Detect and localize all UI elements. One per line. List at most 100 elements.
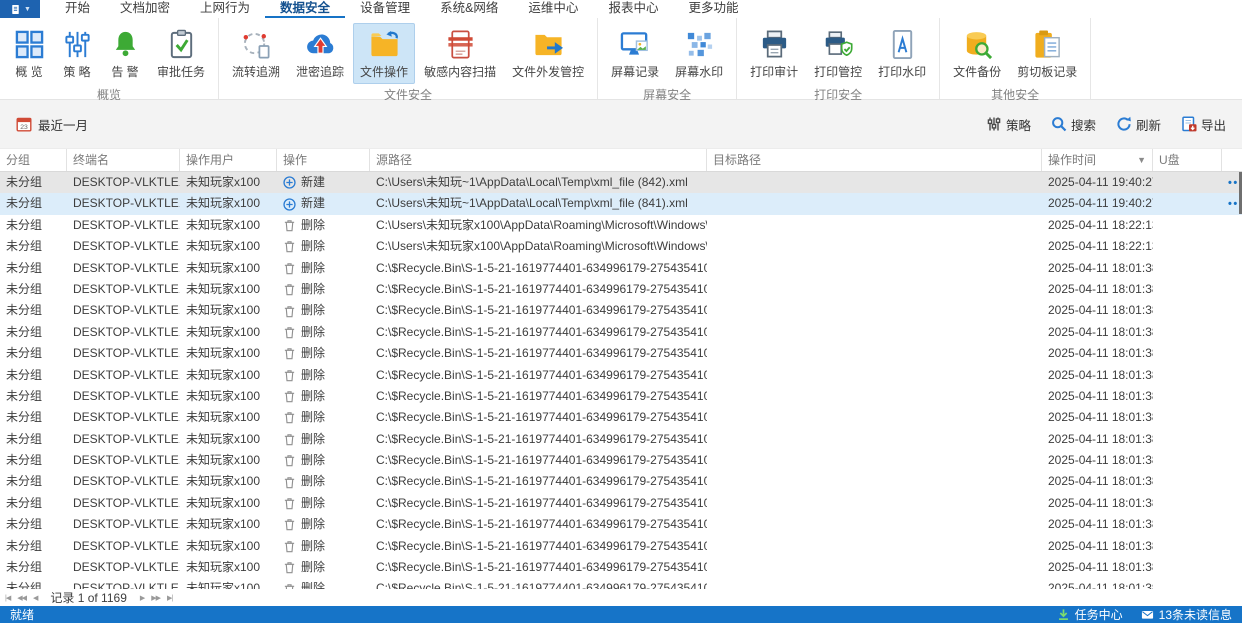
- group-cell: 未分组: [6, 367, 43, 382]
- filter-dropdown-icon[interactable]: ▼: [1133, 149, 1146, 171]
- target-path-cell: [707, 193, 1042, 214]
- usb-cell: [1153, 300, 1222, 321]
- table-row[interactable]: 未分组 DESKTOP-VLKTLE1 未知玩家x100 删除 C:\Users\未知玩…: [0, 215, 1242, 236]
- column-header-1[interactable]: 终端名: [67, 149, 180, 171]
- refresh-button[interactable]: 刷新: [1116, 115, 1161, 134]
- policy-filter-label: 策略: [1005, 118, 1031, 133]
- menu-tab-device-management[interactable]: 设备管理: [345, 0, 425, 18]
- ribbon-item-clipboard-record[interactable]: 剪切板记录: [1010, 23, 1084, 84]
- ribbon-item-print-audit[interactable]: 打印审计: [743, 23, 805, 84]
- unread-messages-button[interactable]: 13条未读信息: [1141, 606, 1232, 623]
- policy-filter-button[interactable]: 策略: [986, 115, 1031, 134]
- table-row[interactable]: 未分组 DESKTOP-VLKTLE1 未知玩家x100 删除 C:\$Recycle.…: [0, 450, 1242, 471]
- column-header-label: 操作用户: [186, 153, 235, 167]
- ribbon-group-file-security-group: 流转追溯 泄密追踪 文件操作 敏感内容扫描 文件外发管控 文件安全: [219, 18, 599, 102]
- target-path-cell: [707, 578, 1042, 589]
- ribbon-item-file-operation[interactable]: 文件操作: [353, 23, 416, 84]
- column-header-0[interactable]: 分组: [0, 149, 67, 171]
- ribbon-item-file-backup[interactable]: 文件备份: [946, 23, 1008, 84]
- table-row[interactable]: 未分组 DESKTOP-VLKTLE1 未知玩家x100 删除 C:\$Recycle.…: [0, 578, 1242, 589]
- pager-forward-button[interactable]: ▶▶: [151, 594, 161, 602]
- ribbon-item-overview[interactable]: 概 览: [6, 23, 52, 84]
- menu-tab-web-behavior[interactable]: 上网行为: [185, 0, 265, 18]
- ribbon-item-file-outgoing[interactable]: 文件外发管控: [505, 23, 591, 84]
- operation-cell: 删除: [277, 557, 370, 578]
- column-header-3[interactable]: 操作: [277, 149, 370, 171]
- table-row[interactable]: 未分组 DESKTOP-VLKTLE1 未知玩家x100 删除 C:\$Recycle.…: [0, 343, 1242, 364]
- table-row[interactable]: 未分组 DESKTOP-VLKTLE1 未知玩家x100 新建 C:\Users\未知玩…: [0, 172, 1242, 194]
- trash-icon: [283, 497, 296, 510]
- table-row[interactable]: 未分组 DESKTOP-VLKTLE1 未知玩家x100 删除 C:\Users\未知玩…: [0, 236, 1242, 257]
- table-row[interactable]: 未分组 DESKTOP-VLKTLE1 未知玩家x100 新建 C:\Users\未知玩…: [0, 193, 1242, 215]
- export-button[interactable]: 导出: [1181, 115, 1226, 134]
- menu-tab-report-center[interactable]: 报表中心: [593, 0, 673, 18]
- column-header-4[interactable]: 源路径: [370, 149, 707, 171]
- ribbon-item-leak-trace[interactable]: 泄密追踪: [289, 23, 351, 84]
- ribbon-item-approval-tasks[interactable]: 审批任务: [150, 23, 212, 84]
- table-row[interactable]: 未分组 DESKTOP-VLKTLE1 未知玩家x100 删除 C:\$Recycle.…: [0, 407, 1242, 428]
- status-ready-text: 就绪: [10, 608, 35, 622]
- table-row[interactable]: 未分组 DESKTOP-VLKTLE1 未知玩家x100 删除 C:\$Recycle.…: [0, 258, 1242, 279]
- table-row[interactable]: 未分组 DESKTOP-VLKTLE1 未知玩家x100 删除 C:\$Recycle.…: [0, 279, 1242, 300]
- column-header-6[interactable]: 操作时间 ▼: [1042, 149, 1153, 171]
- menu-tab-start[interactable]: 开始: [50, 0, 105, 18]
- app-logo-icon: [9, 3, 22, 16]
- pager-first-button[interactable]: |◀: [5, 594, 11, 602]
- ribbon-item-flow-trace[interactable]: 流转追溯: [225, 23, 287, 84]
- usb-cell: [1153, 365, 1222, 386]
- ribbon-item-screen-record[interactable]: 屏幕记录: [604, 23, 666, 84]
- group-cell: 未分组: [6, 581, 43, 589]
- time-cell: 2025-04-11 18:01:38: [1048, 324, 1153, 339]
- operation-cell: 删除: [277, 279, 370, 300]
- task-center-button[interactable]: 任务中心: [1057, 606, 1123, 623]
- time-cell: 2025-04-11 18:01:38: [1048, 303, 1153, 318]
- ribbon-group-other-security-group: 文件备份 剪切板记录 其他安全: [940, 18, 1092, 102]
- pager-next-button[interactable]: ▶: [140, 594, 145, 602]
- time-cell: 2025-04-11 18:01:38: [1048, 581, 1153, 589]
- table-row[interactable]: 未分组 DESKTOP-VLKTLE1 未知玩家x100 删除 C:\$Recycle.…: [0, 536, 1242, 557]
- pager-rewind-button[interactable]: ◀◀: [17, 594, 27, 602]
- row-actions-cell: [1222, 578, 1242, 589]
- table-row[interactable]: 未分组 DESKTOP-VLKTLE1 未知玩家x100 删除 C:\$Recycle.…: [0, 365, 1242, 386]
- ribbon-item-sensitive-scan[interactable]: 敏感内容扫描: [417, 23, 503, 84]
- column-header-label: 终端名: [73, 153, 110, 167]
- column-header-2[interactable]: 操作用户: [180, 149, 277, 171]
- table-row[interactable]: 未分组 DESKTOP-VLKTLE1 未知玩家x100 删除 C:\$Recycle.…: [0, 557, 1242, 578]
- ribbon-item-print-control[interactable]: 打印管控: [807, 23, 869, 84]
- menu-tab-doc-encryption[interactable]: 文档加密: [105, 0, 185, 18]
- ribbon-item-screen-watermark[interactable]: 屏幕水印: [668, 23, 730, 84]
- table-row[interactable]: 未分组 DESKTOP-VLKTLE1 未知玩家x100 删除 C:\$Recycle.…: [0, 300, 1242, 321]
- operation-label: 删除: [301, 217, 326, 232]
- search-button[interactable]: 搜索: [1051, 115, 1096, 134]
- date-range-filter[interactable]: 23 最近一月: [16, 115, 88, 134]
- table-row[interactable]: 未分组 DESKTOP-VLKTLE1 未知玩家x100 删除 C:\$Recycle.…: [0, 322, 1242, 343]
- menu-tab-data-security[interactable]: 数据安全: [265, 0, 346, 18]
- pager-last-button[interactable]: ▶|: [167, 594, 173, 602]
- target-path-cell: [707, 172, 1042, 193]
- target-path-cell: [707, 236, 1042, 257]
- table-row[interactable]: 未分组 DESKTOP-VLKTLE1 未知玩家x100 删除 C:\$Recycle.…: [0, 493, 1242, 514]
- trash-icon: [283, 433, 296, 446]
- column-header-8[interactable]: [1222, 149, 1242, 171]
- ribbon-item-print-watermark[interactable]: 打印水印: [871, 23, 933, 84]
- table-row[interactable]: 未分组 DESKTOP-VLKTLE1 未知玩家x100 删除 C:\$Recycle.…: [0, 471, 1242, 492]
- column-header-7[interactable]: U盘: [1153, 149, 1222, 171]
- column-header-label: 分组: [6, 153, 31, 167]
- row-actions-cell: [1222, 557, 1242, 578]
- pager-prev-button[interactable]: ◀: [33, 594, 38, 602]
- ribbon-item-alert[interactable]: 告 警: [102, 23, 148, 84]
- source-path-cell: C:\$Recycle.Bin\S-1-5-21-1619774401-6349…: [376, 260, 707, 275]
- ribbon-item-policy[interactable]: 策 略: [54, 23, 100, 84]
- usb-cell: [1153, 193, 1222, 214]
- menu-tab-more-functions[interactable]: 更多功能: [673, 0, 753, 18]
- table-row[interactable]: 未分组 DESKTOP-VLKTLE1 未知玩家x100 删除 C:\$Recycle.…: [0, 429, 1242, 450]
- user-cell: 未知玩家x100: [186, 281, 261, 296]
- column-header-5[interactable]: 目标路径: [707, 149, 1042, 171]
- table-row[interactable]: 未分组 DESKTOP-VLKTLE1 未知玩家x100 删除 C:\$Recycle.…: [0, 386, 1242, 407]
- operation-label: 删除: [301, 517, 326, 532]
- app-menu-button[interactable]: ▼: [0, 0, 40, 18]
- menu-tab-ops-center[interactable]: 运维中心: [513, 0, 593, 18]
- trash-icon: [283, 326, 296, 339]
- table-row[interactable]: 未分组 DESKTOP-VLKTLE1 未知玩家x100 删除 C:\$Recycle.…: [0, 514, 1242, 535]
- menu-tab-system-network[interactable]: 系统&网络: [425, 0, 513, 18]
